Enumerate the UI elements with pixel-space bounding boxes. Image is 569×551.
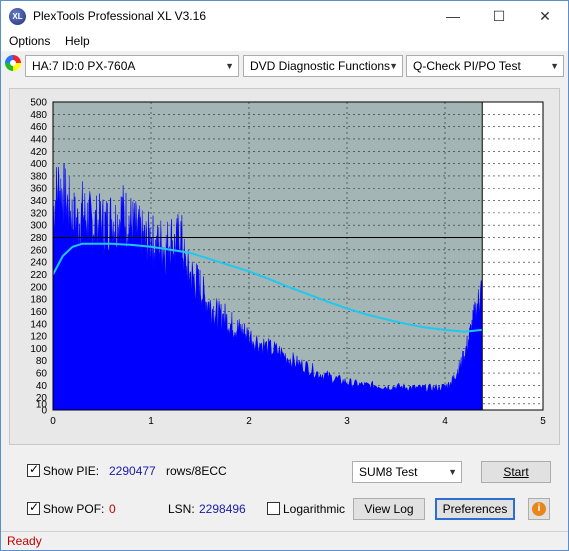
y-tick-label: 220 xyxy=(30,270,47,281)
y-tick-label: 380 xyxy=(30,171,47,182)
y-tick-label: 120 xyxy=(30,332,47,343)
y-tick-label: 100 xyxy=(30,344,47,355)
pof-value: 0 xyxy=(109,502,116,516)
y-tick-label: 400 xyxy=(30,159,47,170)
toolbar: HA:7 ID:0 PX-760A ▼ DVD Diagnostic Funct… xyxy=(1,52,568,82)
app-logo-icon: XL xyxy=(9,8,26,25)
show-pof-checkbox[interactable] xyxy=(27,500,40,515)
plot-area-unused xyxy=(482,102,543,410)
pie-chart: 0 1 2 3 4 50102040608010012014016018020022024… xyxy=(30,98,546,428)
y-tick-label: 480 xyxy=(30,110,47,121)
y-tick-label: 160 xyxy=(30,307,47,318)
chevron-down-icon: ▼ xyxy=(225,61,234,71)
y-tick-label: 440 xyxy=(30,134,47,145)
function-select[interactable]: DVD Diagnostic Functions ▼ xyxy=(243,55,403,77)
show-pof-label: Show POF: xyxy=(43,502,105,516)
start-button-label: Start xyxy=(503,465,529,479)
title-bar[interactable]: XL PlexTools Professional XL V3.16 — ☐ ✕ xyxy=(1,1,568,31)
x-tick-label: 1 xyxy=(148,416,154,427)
status-text: Ready xyxy=(7,534,42,548)
test-select-value: Q-Check PI/PO Test xyxy=(413,59,521,73)
pie-unit: rows/8ECC xyxy=(166,464,227,478)
info-icon: i xyxy=(532,502,546,516)
x-tick-label: 2 xyxy=(246,416,252,427)
y-tick-label: 60 xyxy=(36,369,48,380)
x-tick-label: 5 xyxy=(540,416,546,427)
y-tick-label: 500 xyxy=(30,98,47,109)
pie-value: 2290477 xyxy=(109,464,156,478)
drive-select[interactable]: HA:7 ID:0 PX-760A ▼ xyxy=(25,55,239,77)
status-bar: Ready xyxy=(1,531,568,550)
x-tick-label: 3 xyxy=(344,416,350,427)
close-button[interactable]: ✕ xyxy=(522,1,568,31)
logarithmic-label: Logarithmic xyxy=(283,502,346,516)
y-tick-label: 260 xyxy=(30,245,47,256)
chevron-down-icon: ▼ xyxy=(448,467,457,477)
y-tick-label: 360 xyxy=(30,184,47,195)
menu-bar: Options Help xyxy=(1,31,568,51)
y-tick-label: 420 xyxy=(30,147,47,158)
y-tick-label: 180 xyxy=(30,295,47,306)
x-tick-label: 0 xyxy=(50,416,56,427)
maximize-button[interactable]: ☐ xyxy=(476,1,522,31)
y-tick-label: 300 xyxy=(30,221,47,232)
start-button[interactable]: Start xyxy=(481,461,551,483)
y-tick-label: 240 xyxy=(30,258,47,269)
info-button[interactable]: i xyxy=(528,498,550,520)
function-select-value: DVD Diagnostic Functions xyxy=(250,59,391,73)
preferences-button[interactable]: Preferences xyxy=(435,498,515,520)
show-pie-label: Show PIE: xyxy=(43,464,100,478)
y-tick-label: 140 xyxy=(30,319,47,330)
y-tick-label: 340 xyxy=(30,196,47,207)
chart-panel: 0 1 2 3 4 5 0 10 20 40 60 80 100 120 140 160 180 200 220 24… xyxy=(9,88,560,445)
logarithmic-checkbox[interactable] xyxy=(267,502,280,515)
lsn-label: LSN: xyxy=(168,502,195,516)
y-tick-label: 200 xyxy=(30,282,47,293)
chevron-down-icon: ▼ xyxy=(389,61,398,71)
x-tick-label: 4 xyxy=(442,416,448,427)
y-tick-label: 20 xyxy=(36,393,48,404)
y-tick-label: 460 xyxy=(30,122,47,133)
lsn-value: 2298496 xyxy=(199,502,246,516)
chevron-down-icon: ▼ xyxy=(550,61,559,71)
y-tick-label: 80 xyxy=(36,356,48,367)
y-tick-label: 40 xyxy=(36,381,48,392)
menu-options[interactable]: Options xyxy=(9,34,50,48)
view-log-button[interactable]: View Log xyxy=(353,498,425,520)
preferences-label: Preferences xyxy=(442,502,508,516)
disc-icon xyxy=(5,55,21,71)
sum-test-value: SUM8 Test xyxy=(359,465,418,479)
minimize-button[interactable]: — xyxy=(430,1,476,31)
y-tick-label: 320 xyxy=(30,208,47,219)
view-log-label: View Log xyxy=(364,502,414,516)
test-select[interactable]: Q-Check PI/PO Test ▼ xyxy=(406,55,564,77)
sum-test-select[interactable]: SUM8 Test ▼ xyxy=(352,461,462,483)
menu-help[interactable]: Help xyxy=(65,34,90,48)
main-window: XL PlexTools Professional XL V3.16 — ☐ ✕… xyxy=(0,0,569,551)
y-tick-label: 280 xyxy=(30,233,47,244)
show-pie-checkbox[interactable] xyxy=(27,462,40,477)
window-title: PlexTools Professional XL V3.16 xyxy=(33,9,206,23)
drive-select-value: HA:7 ID:0 PX-760A xyxy=(32,59,136,73)
